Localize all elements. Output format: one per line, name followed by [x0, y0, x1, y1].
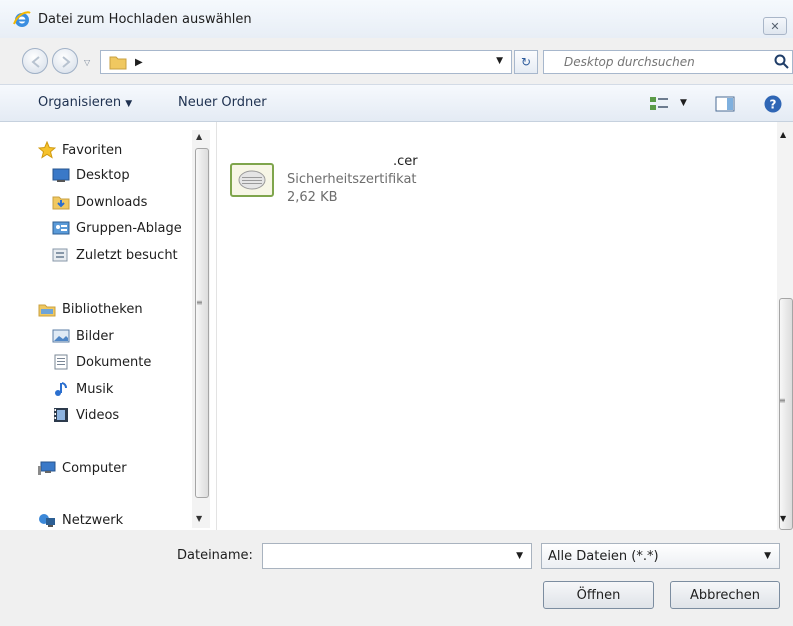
address-row: ▽ ▶ ▼ ↻ — [0, 42, 793, 78]
chevron-down-icon: ▼ — [764, 551, 771, 561]
filename-combo[interactable]: ▼ — [262, 543, 532, 569]
nav-scrollbar[interactable]: ▲ ≡ ▼ — [192, 130, 210, 528]
open-button[interactable]: Öffnen — [543, 581, 654, 609]
nav-bibliotheken[interactable]: Bibliotheken — [38, 298, 143, 320]
file-type-filter[interactable]: Alle Dateien (*.*) ▼ — [541, 543, 780, 569]
scroll-grip-icon: ≡ — [196, 298, 203, 307]
nav-desktop[interactable]: Desktop — [52, 164, 130, 186]
file-list-scrollbar-thumb[interactable] — [779, 298, 793, 530]
nav-favorites[interactable]: Favoriten — [38, 139, 122, 161]
nav-computer[interactable]: Computer — [38, 457, 127, 479]
search-box[interactable] — [543, 50, 793, 74]
internet-explorer-icon — [13, 11, 31, 27]
forward-button[interactable] — [52, 48, 78, 74]
nav-dokumente-label: Dokumente — [76, 354, 152, 370]
desktop-icon — [52, 166, 70, 184]
search-icon[interactable] — [774, 54, 790, 70]
title-bar: Datei zum Hochladen auswählen ✕ — [0, 0, 793, 38]
scroll-down-icon[interactable]: ▼ — [196, 514, 202, 523]
nav-desktop-label: Desktop — [76, 167, 130, 183]
file-list-scrollbar[interactable]: ▲ ≡ ▼ — [777, 122, 793, 530]
nav-gruppen-ablage[interactable]: Gruppen-Ablage — [52, 217, 182, 239]
nav-netzwerk-label: Netzwerk — [62, 512, 124, 528]
address-bar[interactable]: ▶ ▼ — [100, 50, 512, 74]
file-type-filter-value: Alle Dateien (*.*) — [548, 548, 659, 564]
computer-icon — [38, 459, 56, 477]
scroll-down-icon[interactable]: ▼ — [780, 514, 786, 523]
nav-bilder-label: Bilder — [76, 328, 114, 344]
nav-bilder[interactable]: Bilder — [52, 325, 114, 347]
filename-dropdown-icon[interactable]: ▼ — [516, 551, 523, 561]
nav-zuletzt-besucht-label: Zuletzt besucht — [76, 247, 178, 263]
view-options-icon[interactable] — [648, 95, 670, 113]
organize-menu[interactable]: Organisieren ▼ — [38, 95, 132, 110]
nav-videos-label: Videos — [76, 407, 120, 423]
scroll-up-icon[interactable]: ▲ — [780, 130, 786, 139]
nav-scrollbar-thumb[interactable] — [195, 148, 209, 498]
nav-videos[interactable]: Videos — [52, 404, 119, 426]
file-type: Sicherheitszertifikat — [287, 172, 417, 187]
nav-zuletzt-besucht[interactable]: Zuletzt besucht — [52, 244, 178, 266]
filename-label: Dateiname: — [177, 548, 253, 563]
chevron-down-icon: ▼ — [125, 99, 133, 109]
library-icon — [38, 300, 56, 318]
nav-favorites-label: Favoriten — [62, 142, 123, 158]
nav-musik-label: Musik — [76, 381, 114, 397]
star-icon — [38, 141, 56, 159]
folder-icon — [109, 56, 127, 70]
cancel-button[interactable]: Abbrechen — [670, 581, 780, 609]
file-name: .cer — [393, 154, 418, 169]
window-title: Datei zum Hochladen auswählen — [38, 11, 252, 27]
nav-downloads[interactable]: Downloads — [52, 191, 147, 213]
scroll-up-icon[interactable]: ▲ — [196, 132, 202, 141]
recent-places-icon — [52, 246, 70, 264]
shared-folder-icon — [52, 219, 70, 237]
arrow-right-icon — [62, 56, 71, 68]
music-icon — [52, 380, 70, 398]
address-dropdown-icon[interactable]: ▼ — [496, 56, 503, 66]
videos-icon — [52, 406, 70, 424]
search-input[interactable] — [564, 55, 754, 69]
nav-bibliotheken-label: Bibliotheken — [62, 301, 143, 317]
file-size: 2,62 KB — [287, 190, 338, 205]
network-icon — [38, 511, 56, 529]
nav-downloads-label: Downloads — [76, 194, 148, 210]
close-button[interactable]: ✕ — [763, 17, 787, 35]
view-dropdown-icon[interactable]: ▼ — [680, 98, 687, 108]
organize-label: Organisieren — [38, 95, 122, 110]
nav-musik[interactable]: Musik — [52, 378, 113, 400]
refresh-icon: ↻ — [520, 55, 532, 69]
help-icon[interactable]: ? — [763, 94, 783, 114]
nav-computer-label: Computer — [62, 460, 127, 476]
breadcrumb-arrow-icon[interactable]: ▶ — [135, 57, 143, 68]
preview-pane-icon[interactable] — [715, 95, 735, 113]
arrow-left-icon — [31, 56, 40, 68]
svg-text:?: ? — [770, 98, 777, 112]
filename-input[interactable] — [267, 545, 505, 567]
nav-netzwerk[interactable]: Netzwerk — [38, 509, 123, 531]
documents-icon — [52, 353, 70, 371]
pictures-icon — [52, 327, 70, 345]
new-folder-button[interactable]: Neuer Ordner — [178, 95, 267, 110]
nav-gruppen-ablage-label: Gruppen-Ablage — [76, 220, 182, 236]
nav-dokumente[interactable]: Dokumente — [52, 351, 151, 373]
downloads-folder-icon — [52, 193, 70, 211]
history-dropdown-icon[interactable]: ▽ — [84, 58, 90, 67]
back-button[interactable] — [22, 48, 48, 74]
scroll-grip-icon: ≡ — [779, 396, 786, 405]
refresh-button[interactable]: ↻ — [514, 50, 538, 74]
certificate-icon — [230, 163, 274, 197]
toolbar: Organisieren ▼ Neuer Ordner ▼ ? — [0, 84, 793, 122]
close-icon: ✕ — [770, 19, 780, 33]
